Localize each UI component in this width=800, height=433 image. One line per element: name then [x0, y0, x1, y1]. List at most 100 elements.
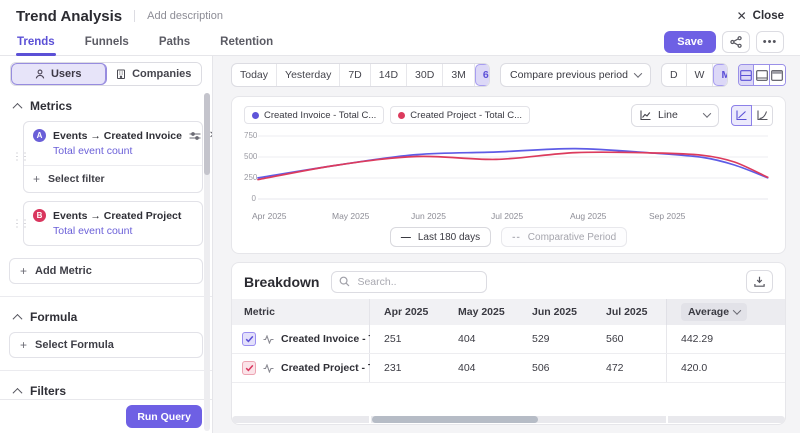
- range-yesterday[interactable]: Yesterday: [277, 64, 340, 86]
- cell-value: 529: [518, 325, 592, 353]
- entity-tab-companies-label: Companies: [132, 68, 191, 80]
- granularity-week[interactable]: W: [687, 64, 714, 86]
- range-7d[interactable]: 7D: [340, 64, 370, 86]
- granularity-day[interactable]: D: [662, 64, 687, 86]
- add-description[interactable]: Add description: [134, 10, 223, 22]
- metric-event-label[interactable]: Events → Created Invoice: [53, 130, 182, 142]
- download-icon: [754, 276, 765, 287]
- drag-handle-icon[interactable]: ⋮⋮: [12, 152, 28, 163]
- drag-handle-icon[interactable]: ⋮⋮: [12, 218, 28, 229]
- range-today[interactable]: Today: [232, 64, 277, 86]
- cell-value: 404: [444, 325, 518, 353]
- entity-tab-users[interactable]: Users: [11, 63, 107, 85]
- sidebar-footer: Run Query: [0, 399, 212, 433]
- close-icon: ✕: [737, 9, 747, 23]
- close-label: Close: [753, 10, 784, 22]
- chevron-up-icon: [13, 102, 23, 112]
- metrics-section-header[interactable]: Metrics: [14, 99, 202, 113]
- column-header-average[interactable]: Average: [666, 299, 785, 325]
- top-header: Trend Analysis Add description ✕ Close: [0, 0, 800, 28]
- select-filter-row[interactable]: + Select filter: [24, 165, 202, 192]
- table-horizontal-scrollbar[interactable]: [232, 416, 785, 423]
- formula-section-header[interactable]: Formula: [14, 310, 202, 324]
- query-sidebar: Users Companies Metrics ⋮⋮ A Events → Cr…: [0, 56, 213, 433]
- granularity-group: D W M: [661, 63, 728, 87]
- trend-chart[interactable]: 750 500 250 0 Apr 2025 May 2025 Jun 2025…: [244, 131, 773, 223]
- chart-type-dropdown[interactable]: Line: [631, 104, 719, 127]
- row-checkbox[interactable]: [242, 332, 256, 346]
- filters-section-title: Filters: [30, 384, 66, 398]
- cumulative-mode-button[interactable]: [752, 105, 773, 126]
- more-options-button[interactable]: •••: [756, 31, 784, 53]
- column-header-metric[interactable]: Metric: [232, 299, 370, 325]
- split-view-icon: [740, 70, 752, 81]
- main-panel: Today Yesterday 7D 14D 30D 3M 6M Compare…: [213, 56, 800, 433]
- column-header-may[interactable]: May 2025: [444, 299, 518, 325]
- metrics-section-title: Metrics: [30, 99, 72, 113]
- column-header-jun[interactable]: Jun 2025: [518, 299, 592, 325]
- series-dot-icon: [398, 112, 405, 119]
- granularity-month[interactable]: M: [713, 64, 728, 86]
- tab-bar: Trends Funnels Paths Retention Save •••: [0, 28, 800, 56]
- tab-paths[interactable]: Paths: [158, 29, 191, 55]
- pulse-icon: [263, 364, 274, 373]
- x-tick-label: May 2025: [332, 211, 369, 221]
- layout-chart-view-button[interactable]: [754, 65, 769, 85]
- table-scrollbar-thumb[interactable]: [372, 416, 538, 423]
- run-query-button[interactable]: Run Query: [126, 405, 202, 428]
- plus-icon: +: [20, 338, 27, 352]
- linear-line-icon: [736, 110, 747, 120]
- range-3m[interactable]: 3M: [443, 64, 475, 86]
- linear-mode-button[interactable]: [731, 105, 752, 126]
- metric-card-b: ⋮⋮ B Events → Created Project Total even…: [23, 201, 203, 246]
- comparative-period-label: Comparative Period: [528, 232, 616, 243]
- date-range-group: Today Yesterday 7D 14D 30D 3M 6M: [231, 63, 490, 87]
- sidebar-scrollbar-thumb[interactable]: [204, 93, 210, 175]
- cell-value: 251: [370, 325, 444, 353]
- column-header-apr[interactable]: Apr 2025: [370, 299, 444, 325]
- layout-split-view-button[interactable]: [739, 65, 754, 85]
- building-icon: [116, 69, 126, 79]
- current-period-legend-button[interactable]: — Last 180 days: [390, 227, 491, 247]
- row-checkbox[interactable]: [242, 361, 256, 375]
- filters-section-header[interactable]: Filters: [14, 384, 202, 398]
- sort-chevron-icon: [733, 306, 741, 314]
- range-30d[interactable]: 30D: [407, 64, 443, 86]
- view-layout-toggles: [738, 64, 786, 86]
- add-metric-button[interactable]: + Add Metric: [9, 258, 203, 284]
- cell-value: 404: [444, 354, 518, 382]
- tab-funnels[interactable]: Funnels: [84, 29, 130, 55]
- x-tick-label: Apr 2025: [252, 211, 287, 221]
- compare-period-dropdown[interactable]: Compare previous period: [500, 63, 651, 87]
- tab-retention[interactable]: Retention: [219, 29, 274, 55]
- sidebar-scrollbar[interactable]: [204, 93, 210, 431]
- metric-measure-link[interactable]: Total event count: [24, 144, 202, 165]
- solid-line-icon: —: [401, 232, 411, 243]
- metric-event-label[interactable]: Events → Created Project: [53, 210, 181, 222]
- range-6m[interactable]: 6M: [475, 64, 490, 86]
- tab-trends[interactable]: Trends: [16, 29, 56, 55]
- metric-card-a: ⋮⋮ A Events → Created Invoice ✕ ⋮ Total …: [23, 121, 203, 193]
- chart-canvas: [244, 131, 772, 209]
- cell-average: 442.29: [666, 325, 785, 353]
- select-formula-button[interactable]: + Select Formula: [9, 332, 203, 358]
- share-button[interactable]: [722, 31, 750, 53]
- close-button[interactable]: ✕ Close: [737, 9, 784, 23]
- cell-average: 420.0: [666, 354, 785, 382]
- download-button[interactable]: [746, 270, 773, 293]
- save-button[interactable]: Save: [664, 31, 716, 53]
- cell-value: 506: [518, 354, 592, 382]
- column-header-jul[interactable]: Jul 2025: [592, 299, 666, 325]
- comparative-period-legend-button[interactable]: -- Comparative Period: [501, 227, 627, 247]
- legend-chip-label: Created Project - Total C...: [410, 110, 522, 121]
- range-14d[interactable]: 14D: [371, 64, 407, 86]
- legend-chip-project[interactable]: Created Project - Total C...: [390, 106, 530, 124]
- entity-tab-companies[interactable]: Companies: [107, 63, 202, 85]
- layout-table-view-button[interactable]: [770, 65, 785, 85]
- divider: [0, 370, 212, 371]
- select-filter-label: Select filter: [48, 173, 105, 185]
- breakdown-search-input[interactable]: [331, 271, 487, 293]
- legend-chip-invoice[interactable]: Created Invoice - Total C...: [244, 106, 384, 124]
- metric-measure-link[interactable]: Total event count: [24, 224, 202, 245]
- sliders-icon[interactable]: [189, 131, 201, 141]
